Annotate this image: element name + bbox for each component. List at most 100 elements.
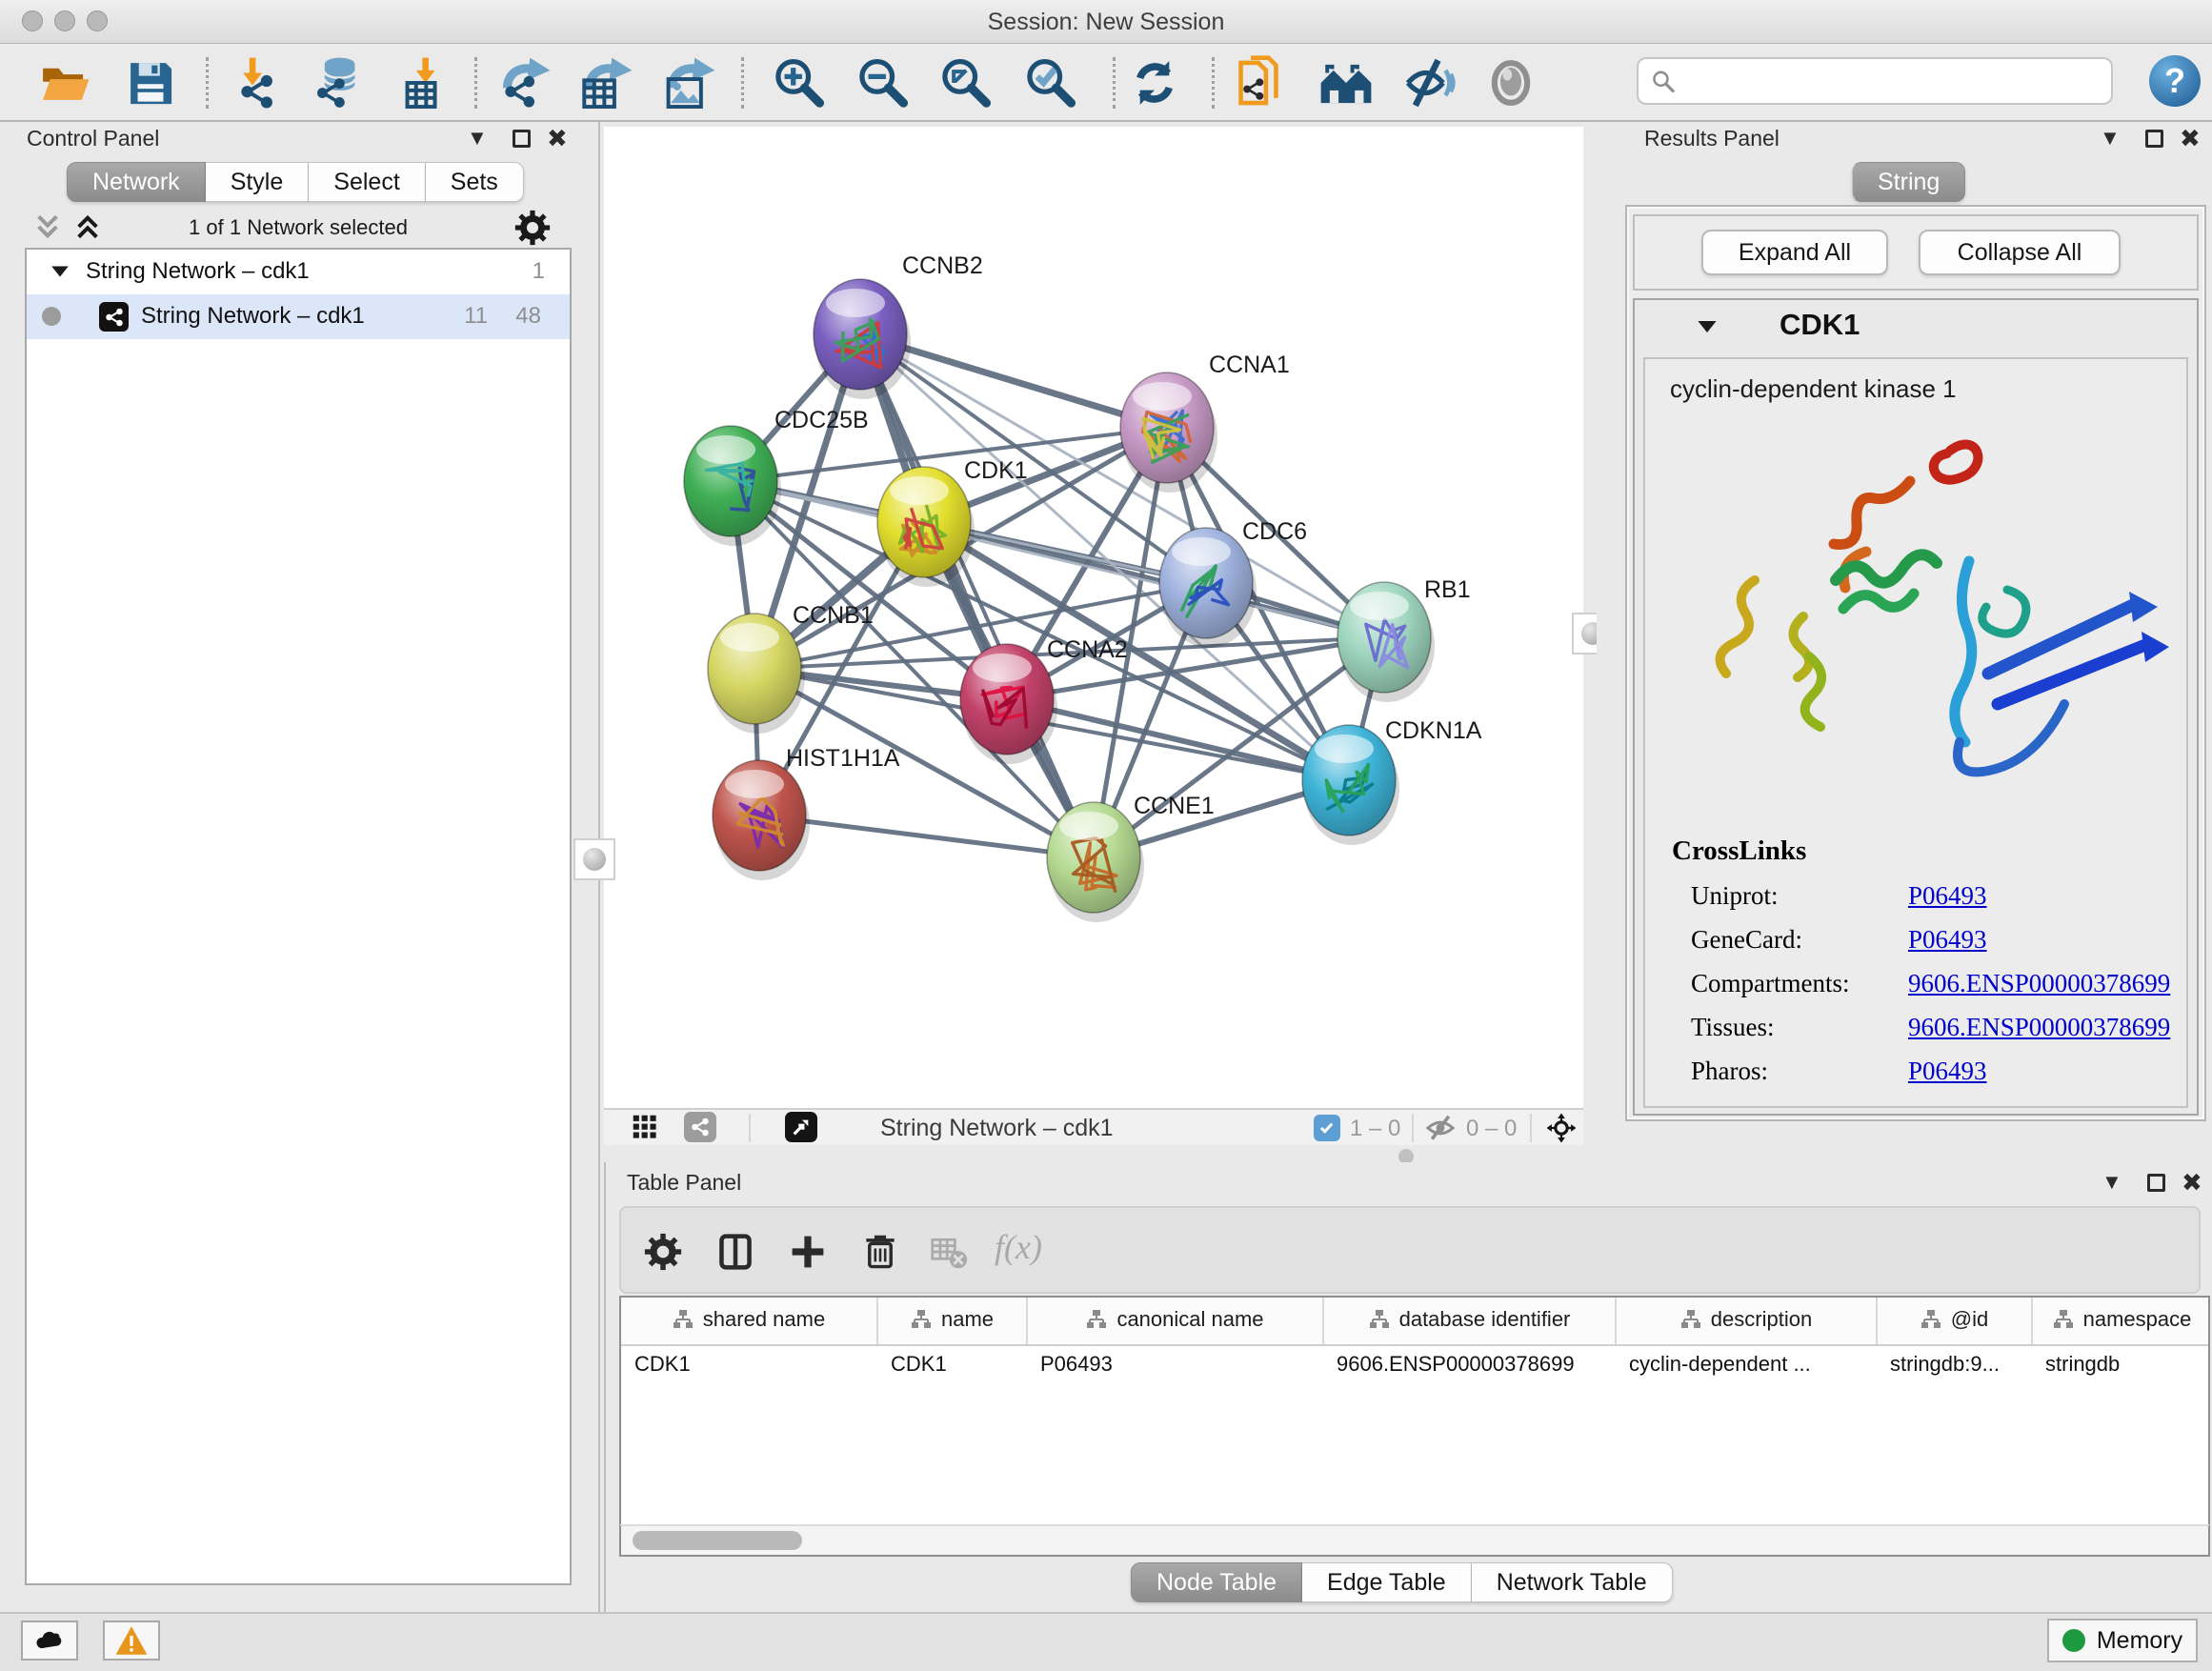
open-session-icon[interactable]	[35, 53, 94, 112]
show-columns-icon[interactable]	[705, 1221, 766, 1282]
tab-sets[interactable]: Sets	[426, 162, 524, 202]
home-neighbors-icon[interactable]	[1317, 53, 1376, 112]
network-canvas[interactable]: CCNB2CCNA1CDC25BCDK1CDC6RB1CCNB1CCNA2CDK…	[604, 127, 1583, 1108]
tab-node-table[interactable]: Node Table	[1131, 1562, 1302, 1602]
hidden-eye-slash-icon[interactable]	[1425, 1113, 1456, 1148]
delete-table-icon[interactable]	[918, 1221, 979, 1282]
network-node-HIST1H1A[interactable]	[713, 760, 810, 880]
network-node-CDK1[interactable]	[877, 467, 975, 587]
network-node-CCNE1[interactable]	[1047, 802, 1144, 922]
hide-graphics-icon[interactable]	[1398, 53, 1458, 112]
table-cell[interactable]: CDK1	[621, 1345, 877, 1381]
table-panel-close-icon[interactable]: ✖	[2182, 1170, 2202, 1195]
network-options-gear-icon[interactable]	[514, 210, 551, 251]
zoom-selected-icon[interactable]	[1020, 53, 1079, 112]
tab-network-table[interactable]: Network Table	[1472, 1562, 1673, 1602]
export-network-icon[interactable]	[495, 53, 554, 112]
results-panel-close-icon[interactable]: ✖	[2180, 126, 2201, 151]
save-session-icon[interactable]	[121, 53, 180, 112]
delete-column-icon[interactable]	[850, 1221, 911, 1282]
selected-checkbox-icon[interactable]	[1314, 1115, 1340, 1141]
export-image-icon[interactable]	[660, 53, 719, 112]
table-cell[interactable]: 9606.ENSP00000378699	[1323, 1345, 1616, 1381]
table-cell[interactable]: P06493	[1027, 1345, 1323, 1381]
control-panel-menu-icon[interactable]: ▼	[467, 128, 488, 149]
export-table-icon[interactable]	[577, 53, 636, 112]
crosslink-link[interactable]: P06493	[1908, 881, 1987, 911]
import-network-file-icon[interactable]	[229, 53, 288, 112]
zoom-in-icon[interactable]	[769, 53, 828, 112]
import-network-database-icon[interactable]	[308, 53, 367, 112]
results-panel-menu-icon[interactable]: ▼	[2100, 128, 2121, 149]
center-view-icon[interactable]	[1545, 1112, 1578, 1149]
control-panel-float-icon[interactable]	[513, 130, 531, 148]
memory-button[interactable]: Memory	[2047, 1619, 2198, 1662]
tab-network[interactable]: Network	[67, 162, 206, 202]
zoom-out-icon[interactable]	[853, 53, 912, 112]
collection-expand-caret[interactable]	[50, 261, 70, 289]
network-node-CCNB1[interactable]	[708, 614, 805, 734]
column-header-id[interactable]: @id	[1877, 1298, 2032, 1345]
left-splitter-handle[interactable]	[573, 838, 615, 880]
network-collection-row[interactable]: String Network – cdk1 1	[27, 250, 570, 294]
network-node-CCNB2[interactable]	[814, 279, 911, 399]
expand-all-button[interactable]: Expand All	[1701, 230, 1888, 275]
column-header-name[interactable]: name	[877, 1298, 1027, 1345]
table-panel-float-icon[interactable]	[2147, 1174, 2165, 1192]
crosslink-row: GeneCard:P06493	[1691, 917, 2177, 961]
column-header-canonical-name[interactable]: canonical name	[1027, 1298, 1323, 1345]
tab-string[interactable]: String	[1852, 162, 1965, 202]
collection-count: 1	[533, 258, 545, 285]
table-cell[interactable]: cyclin-dependent ...	[1616, 1345, 1877, 1381]
crosslinks-list: Uniprot:P06493GeneCard:P06493Compartment…	[1691, 874, 2177, 1093]
network-row[interactable]: String Network – cdk1 11 48	[27, 294, 570, 339]
column-header-shared-name[interactable]: shared name	[621, 1298, 877, 1345]
zoom-fit-icon[interactable]	[935, 53, 995, 112]
help-button[interactable]: ?	[2149, 55, 2201, 107]
network-node-CCNA1[interactable]	[1120, 372, 1217, 493]
cdk1-section: CDK1 cyclin-dependent kinase 1	[1633, 298, 2199, 1116]
warning-status-button[interactable]	[103, 1621, 160, 1661]
cdk1-collapse-caret[interactable]	[1696, 315, 1719, 343]
crosslink-link[interactable]: 9606.ENSP00000378699	[1908, 969, 2170, 998]
crosslink-link[interactable]: 9606.ENSP00000378699	[1908, 1013, 2170, 1042]
string-badge-icon[interactable]	[684, 1112, 716, 1142]
table-cell[interactable]: CDK1	[877, 1345, 1027, 1381]
cloud-status-button[interactable]	[21, 1621, 78, 1661]
column-header-database-identifier[interactable]: database identifier	[1323, 1298, 1616, 1345]
cdk1-section-header[interactable]: CDK1	[1635, 300, 2197, 352]
network-node-RB1[interactable]	[1337, 582, 1435, 702]
search-field[interactable]	[1637, 57, 2113, 105]
show-graphics-details-icon[interactable]	[1481, 53, 1540, 112]
crosslink-link[interactable]: P06493	[1908, 1057, 1987, 1086]
tab-style[interactable]: Style	[206, 162, 310, 202]
column-header-namespace[interactable]: namespace	[2032, 1298, 2210, 1345]
table-cell[interactable]: stringdb	[2032, 1345, 2210, 1381]
apply-function-icon[interactable]: f(x)	[995, 1227, 1042, 1267]
grid-view-icon[interactable]	[621, 1113, 669, 1141]
column-header-description[interactable]: description	[1616, 1298, 1877, 1345]
node-table[interactable]: shared namenamecanonical namedatabase id…	[619, 1296, 2210, 1524]
network-node-CDC6[interactable]	[1159, 528, 1257, 648]
birdseye-view-icon[interactable]	[785, 1112, 817, 1142]
table-row[interactable]: CDK1CDK1P064939606.ENSP00000378699cyclin…	[621, 1345, 2210, 1381]
table-hscrollbar-thumb[interactable]	[633, 1531, 802, 1550]
collapse-all-button[interactable]: Collapse All	[1919, 230, 2121, 275]
table-hscrollbar[interactable]	[619, 1524, 2210, 1557]
search-input[interactable]	[1688, 63, 2098, 99]
tab-select[interactable]: Select	[309, 162, 425, 202]
table-cell[interactable]: stringdb:9...	[1877, 1345, 2032, 1381]
control-panel-close-icon[interactable]: ✖	[547, 126, 568, 151]
table-panel-menu-icon[interactable]: ▼	[2101, 1172, 2122, 1193]
results-panel-float-icon[interactable]	[2145, 130, 2163, 148]
column-type-icon	[1920, 1309, 1941, 1330]
string-import-icon[interactable]	[1229, 53, 1288, 112]
table-settings-gear-icon[interactable]	[633, 1221, 694, 1282]
tab-edge-table[interactable]: Edge Table	[1302, 1562, 1472, 1602]
status-footer: Memory	[0, 1612, 2212, 1671]
refresh-icon[interactable]	[1125, 53, 1184, 112]
network-node-CCNA2[interactable]	[960, 644, 1057, 764]
import-table-file-icon[interactable]	[395, 53, 454, 112]
create-column-icon[interactable]	[777, 1221, 838, 1282]
crosslink-link[interactable]: P06493	[1908, 925, 1987, 955]
